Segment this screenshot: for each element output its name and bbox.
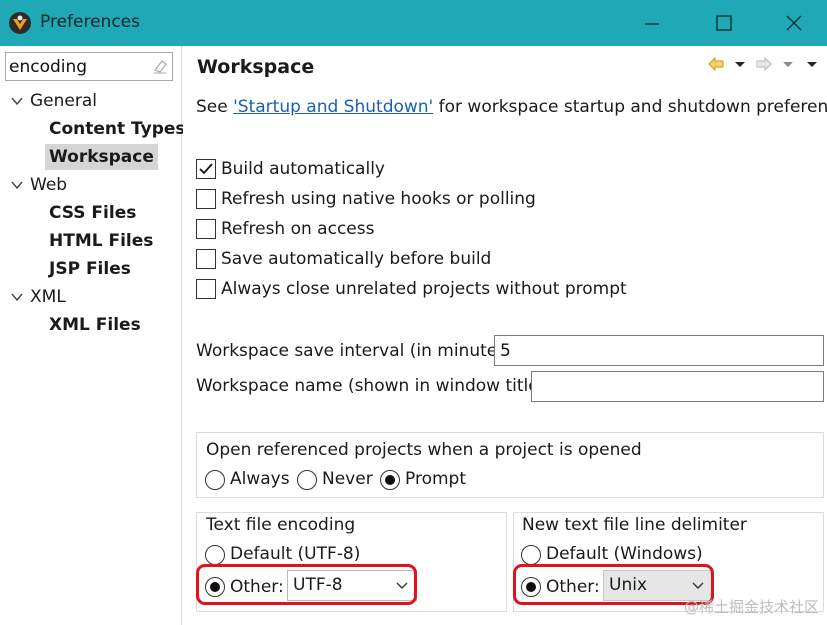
back-arrow-icon[interactable] <box>707 56 725 72</box>
forward-menu-chevron-icon[interactable] <box>779 56 797 72</box>
prompt-label: Prompt <box>405 469 466 489</box>
tree-item-jsp-files[interactable]: JSP Files <box>45 256 135 282</box>
tree-label-general: General <box>30 91 97 111</box>
tree-item-workspace[interactable]: Workspace <box>45 144 158 170</box>
preference-tree-panel: General Content Types Workspace Web CSS … <box>0 46 186 625</box>
never-radio[interactable] <box>297 470 317 490</box>
save-interval-input[interactable] <box>495 336 823 365</box>
group-title: New text file line delimiter <box>522 515 747 535</box>
delimiter-default-radio[interactable] <box>521 545 541 565</box>
info-suffix: for workspace startup and shutdown prefe… <box>433 97 827 117</box>
chevron-down-icon[interactable] <box>10 178 24 192</box>
group-title: Text file encoding <box>206 515 356 535</box>
checkbox-label: Always close unrelated projects without … <box>221 279 627 299</box>
back-menu-chevron-icon[interactable] <box>731 56 749 72</box>
chevron-down-icon[interactable] <box>10 290 24 304</box>
encoding-highlight-box <box>196 564 417 605</box>
preference-page: Workspace See 'Startup and Shutdown' for… <box>183 46 827 625</box>
tree-item-css-files[interactable]: CSS Files <box>45 200 140 226</box>
clear-filter-icon[interactable] <box>152 58 168 74</box>
info-prefix: See <box>196 97 234 117</box>
checkbox-label: Build automatically <box>221 159 385 179</box>
radio-selected-dot <box>385 475 395 485</box>
tree-item-content-types[interactable]: Content Types <box>45 116 190 142</box>
workspace-name-input[interactable] <box>532 372 823 401</box>
close-button[interactable] <box>778 8 810 38</box>
eclipse-app-icon <box>8 11 32 35</box>
checkbox-box[interactable] <box>196 189 216 209</box>
title-bar: Preferences <box>0 0 827 46</box>
view-menu-icon[interactable] <box>803 56 821 72</box>
checkbox-box[interactable] <box>196 279 216 299</box>
checkbox-box[interactable] <box>196 249 216 269</box>
delimiter-default-label: Default (Windows) <box>546 544 703 564</box>
startup-info-text: See 'Startup and Shutdown' for workspace… <box>196 97 827 117</box>
checkmark-icon <box>199 163 213 175</box>
checkbox-label: Refresh using native hooks or polling <box>221 189 536 209</box>
forward-arrow-icon[interactable] <box>755 56 773 72</box>
startup-shutdown-link[interactable]: 'Startup and Shutdown' <box>233 97 433 117</box>
tree-item-html-files[interactable]: HTML Files <box>45 228 157 254</box>
checkbox-box[interactable] <box>196 219 216 239</box>
encoding-default-label: Default (UTF-8) <box>230 544 361 564</box>
open-projects-group: Open referenced projects when a project … <box>196 432 824 498</box>
never-label: Never <box>322 469 373 489</box>
filter-input[interactable] <box>9 55 149 78</box>
minimize-button[interactable] <box>636 8 668 38</box>
always-radio[interactable] <box>205 470 225 490</box>
checkbox-box[interactable] <box>196 159 216 179</box>
encoding-default-radio[interactable] <box>205 545 225 565</box>
tree-label-web: Web <box>30 175 68 195</box>
workspace-name-field[interactable] <box>531 371 824 402</box>
always-label: Always <box>230 469 290 489</box>
tree-label-xml: XML <box>30 287 66 307</box>
workspace-name-label: Workspace name (shown in window title): <box>196 376 552 396</box>
page-title: Workspace <box>197 56 315 78</box>
maximize-button[interactable] <box>708 8 740 38</box>
window-title: Preferences <box>40 12 140 32</box>
checkbox-label: Refresh on access <box>221 219 375 239</box>
checkbox-label: Save automatically before build <box>221 249 492 269</box>
chevron-down-icon[interactable] <box>10 94 24 108</box>
watermark: @稀土掘金技术社区 <box>683 598 819 616</box>
save-interval-label: Workspace save interval (in minutes): <box>196 341 519 361</box>
save-interval-field[interactable] <box>494 335 824 366</box>
filter-field[interactable] <box>5 52 173 81</box>
tree-item-xml-files[interactable]: XML Files <box>45 312 145 338</box>
prompt-radio[interactable] <box>380 470 400 490</box>
group-title: Open referenced projects when a project … <box>206 440 642 460</box>
